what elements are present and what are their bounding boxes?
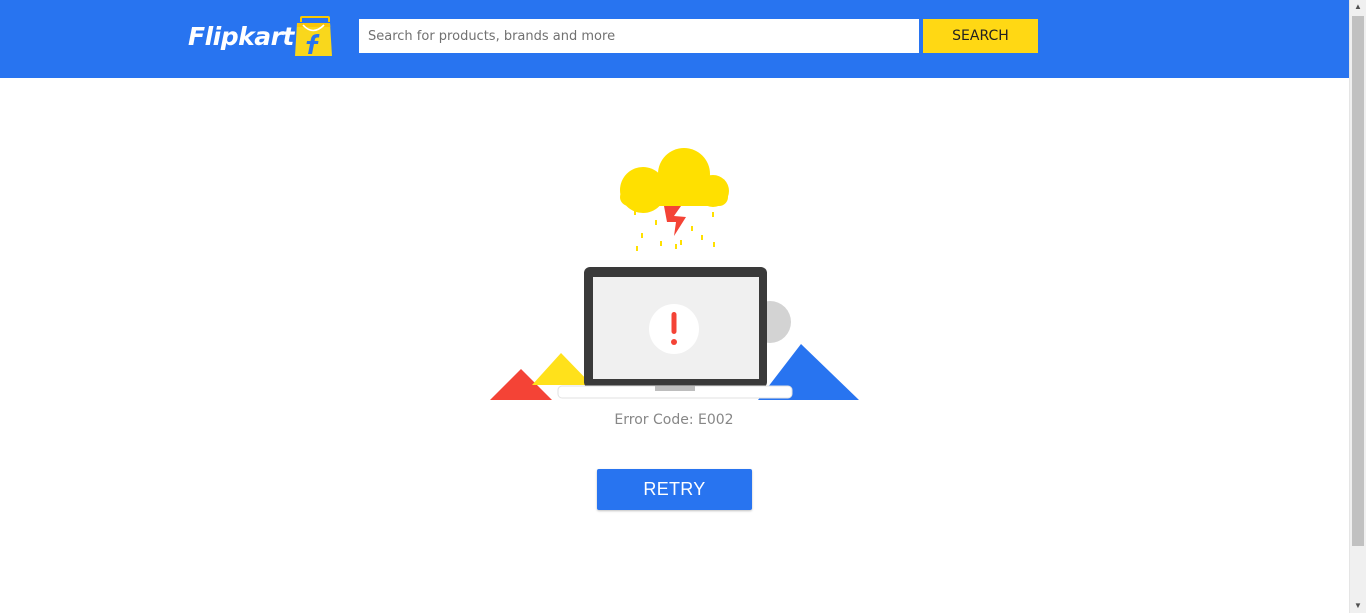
laptop-error-icon [490,148,859,400]
error-code-text: Error Code: E002 [614,412,734,428]
rain-cloud-icon [620,148,729,251]
vertical-scrollbar[interactable]: ▲ ▼ [1349,0,1366,613]
top-header: Flipkart SEARCH [0,0,1349,78]
flipkart-logo[interactable]: Flipkart [188,21,294,53]
retry-button[interactable]: RETRY [597,469,752,510]
scrollbar-thumb[interactable] [1352,16,1364,546]
flipkart-bag-icon[interactable] [292,16,334,58]
scroll-up-arrow-icon[interactable]: ▲ [1350,0,1366,14]
scroll-down-arrow-icon[interactable]: ▼ [1350,599,1366,613]
search-input[interactable] [359,19,919,53]
search-button[interactable]: SEARCH [923,19,1038,53]
